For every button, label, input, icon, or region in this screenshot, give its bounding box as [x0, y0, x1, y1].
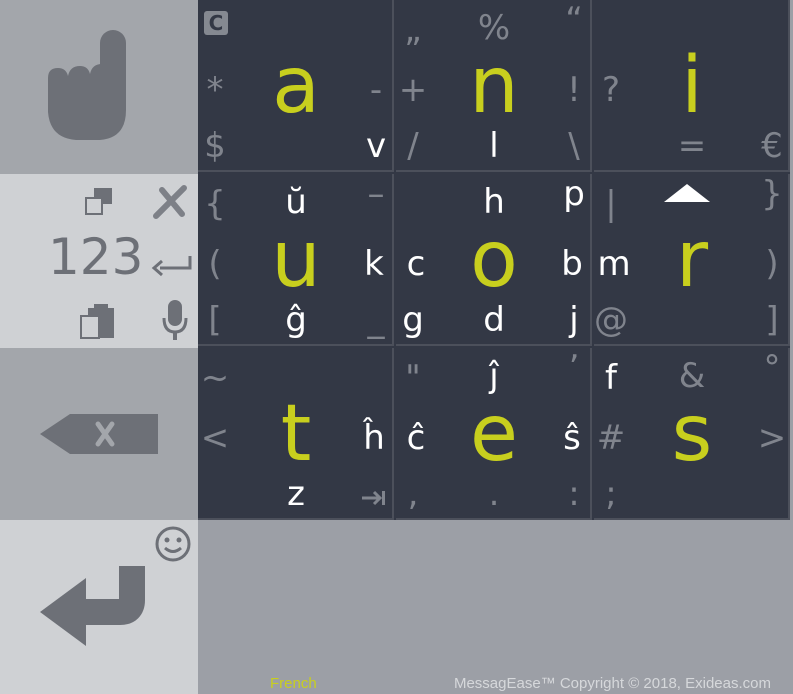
key-secondary-char: h	[483, 182, 505, 222]
hand-pointer-icon	[48, 30, 126, 140]
key-secondary-char: !	[567, 70, 581, 110]
copy-icon[interactable]	[84, 186, 116, 218]
key-main-letter: n	[469, 41, 519, 131]
numeric-mode-label[interactable]: 123	[48, 232, 143, 282]
caps-badge: C	[204, 11, 228, 35]
copyright-text: MessagEase™ Copyright © 2018, Exideas.co…	[453, 675, 771, 692]
key-secondary-char: ;	[605, 474, 617, 514]
key-secondary-char: |	[605, 184, 617, 224]
key-secondary-char: ŝ	[563, 418, 581, 458]
key-secondary-char: ,	[407, 474, 419, 514]
space-bar-area[interactable]: French MessagEase™ Copyright © 2018, Exi…	[198, 520, 793, 694]
key-secondary-char: (	[208, 244, 222, 284]
key-secondary-char: –	[367, 174, 385, 214]
microphone-icon[interactable]	[160, 298, 190, 342]
key-main-letter: t	[280, 389, 312, 479]
key-secondary-char: p	[563, 174, 585, 214]
key-secondary-char: =	[677, 126, 707, 166]
enter-key[interactable]	[0, 520, 198, 694]
key-secondary-char: ĝ	[285, 300, 307, 340]
caret-up-icon[interactable]	[662, 180, 712, 204]
key-secondary-char: f	[605, 358, 617, 398]
key-top-right[interactable]: i? = €	[594, 0, 790, 172]
key-secondary-char: >	[757, 418, 787, 458]
key-secondary-char: „	[404, 10, 422, 50]
key-main-letter: u	[271, 215, 321, 305]
key-secondary-char: _	[367, 300, 385, 340]
key-secondary-char: )	[765, 244, 779, 284]
key-mid-left[interactable]: u { ŭ – ( k [ ĝ _	[198, 174, 394, 346]
key-secondary-char: @	[594, 300, 628, 340]
hand-mode-key[interactable]	[0, 0, 198, 174]
key-bot-right[interactable]: s f & ° # >;	[594, 348, 790, 520]
key-bot-left[interactable]: t ~ < ĥ z	[198, 348, 394, 520]
key-main-letter: o	[470, 215, 518, 305]
key-secondary-char: k	[364, 244, 384, 284]
key-mid-center[interactable]: oh p c b g d j	[396, 174, 592, 346]
key-secondary-char: .	[488, 474, 500, 514]
key-secondary-char: c	[406, 244, 426, 284]
key-secondary-char: ŭ	[285, 182, 307, 222]
key-bot-center[interactable]: e " ĵ ’ ĉ ŝ,.:	[396, 348, 592, 520]
key-secondary-char: d	[483, 300, 505, 340]
numeric-panel: 123	[0, 174, 198, 348]
paste-clipboard-icon[interactable]	[78, 302, 118, 342]
key-main-letter: s	[671, 389, 713, 479]
key-secondary-char: j	[569, 300, 579, 340]
key-secondary-char: #	[596, 418, 626, 458]
key-secondary-char: /	[407, 126, 419, 166]
key-main-letter: e	[470, 389, 518, 479]
key-secondary-char: %	[477, 8, 511, 48]
key-secondary-char: ~	[200, 358, 230, 398]
key-secondary-char: ĵ	[489, 356, 499, 396]
key-secondary-char: l	[489, 126, 499, 166]
key-secondary-char: *	[206, 70, 224, 110]
return-arrow-icon[interactable]	[150, 252, 194, 282]
language-label[interactable]: French	[270, 675, 317, 692]
key-secondary-char: +	[398, 70, 428, 110]
key-secondary-char: °	[763, 348, 781, 388]
key-secondary-char: ĥ	[363, 418, 385, 458]
key-secondary-char: z	[287, 474, 305, 514]
key-secondary-char: g	[402, 300, 424, 340]
key-secondary-char: v	[365, 126, 387, 166]
key-main-letter: i	[681, 41, 703, 131]
key-secondary-char: ’	[568, 348, 580, 388]
key-secondary-char: [	[208, 300, 222, 340]
key-secondary-char: ĉ	[406, 418, 426, 458]
key-top-center[interactable]: n „% “ +! / l \	[396, 0, 592, 172]
tab-arrow-icon[interactable]	[360, 486, 390, 510]
key-grid: a C * - $ v n „% “ +! / l \ i? = € u { ŭ – ( k [ ĝ _ o h p c b g d j r |} m…	[198, 0, 790, 520]
key-secondary-char: €	[761, 126, 783, 166]
key-secondary-char: {	[204, 184, 226, 224]
key-top-left[interactable]: a C * - $ v	[198, 0, 394, 172]
key-mid-right[interactable]: r |} m) @]	[594, 174, 790, 346]
key-secondary-char: &	[678, 356, 706, 396]
backspace-key[interactable]	[0, 348, 198, 520]
key-secondary-char: <	[200, 418, 230, 458]
key-secondary-char: m	[597, 244, 631, 284]
key-secondary-char: “	[565, 0, 583, 40]
key-secondary-char: \	[568, 126, 580, 166]
key-secondary-char: "	[405, 358, 421, 398]
backspace-icon	[40, 414, 158, 454]
enter-icon	[40, 566, 145, 646]
key-secondary-char: -	[369, 70, 383, 110]
key-secondary-char: :	[568, 474, 580, 514]
key-main-letter: a	[272, 41, 320, 131]
key-main-letter: r	[675, 215, 709, 305]
key-secondary-char: $	[204, 126, 226, 166]
close-x-icon[interactable]	[152, 184, 188, 220]
key-secondary-char: b	[561, 244, 583, 284]
key-secondary-char: ?	[601, 70, 621, 110]
key-secondary-char: ]	[765, 300, 779, 340]
key-secondary-char: }	[761, 174, 783, 214]
